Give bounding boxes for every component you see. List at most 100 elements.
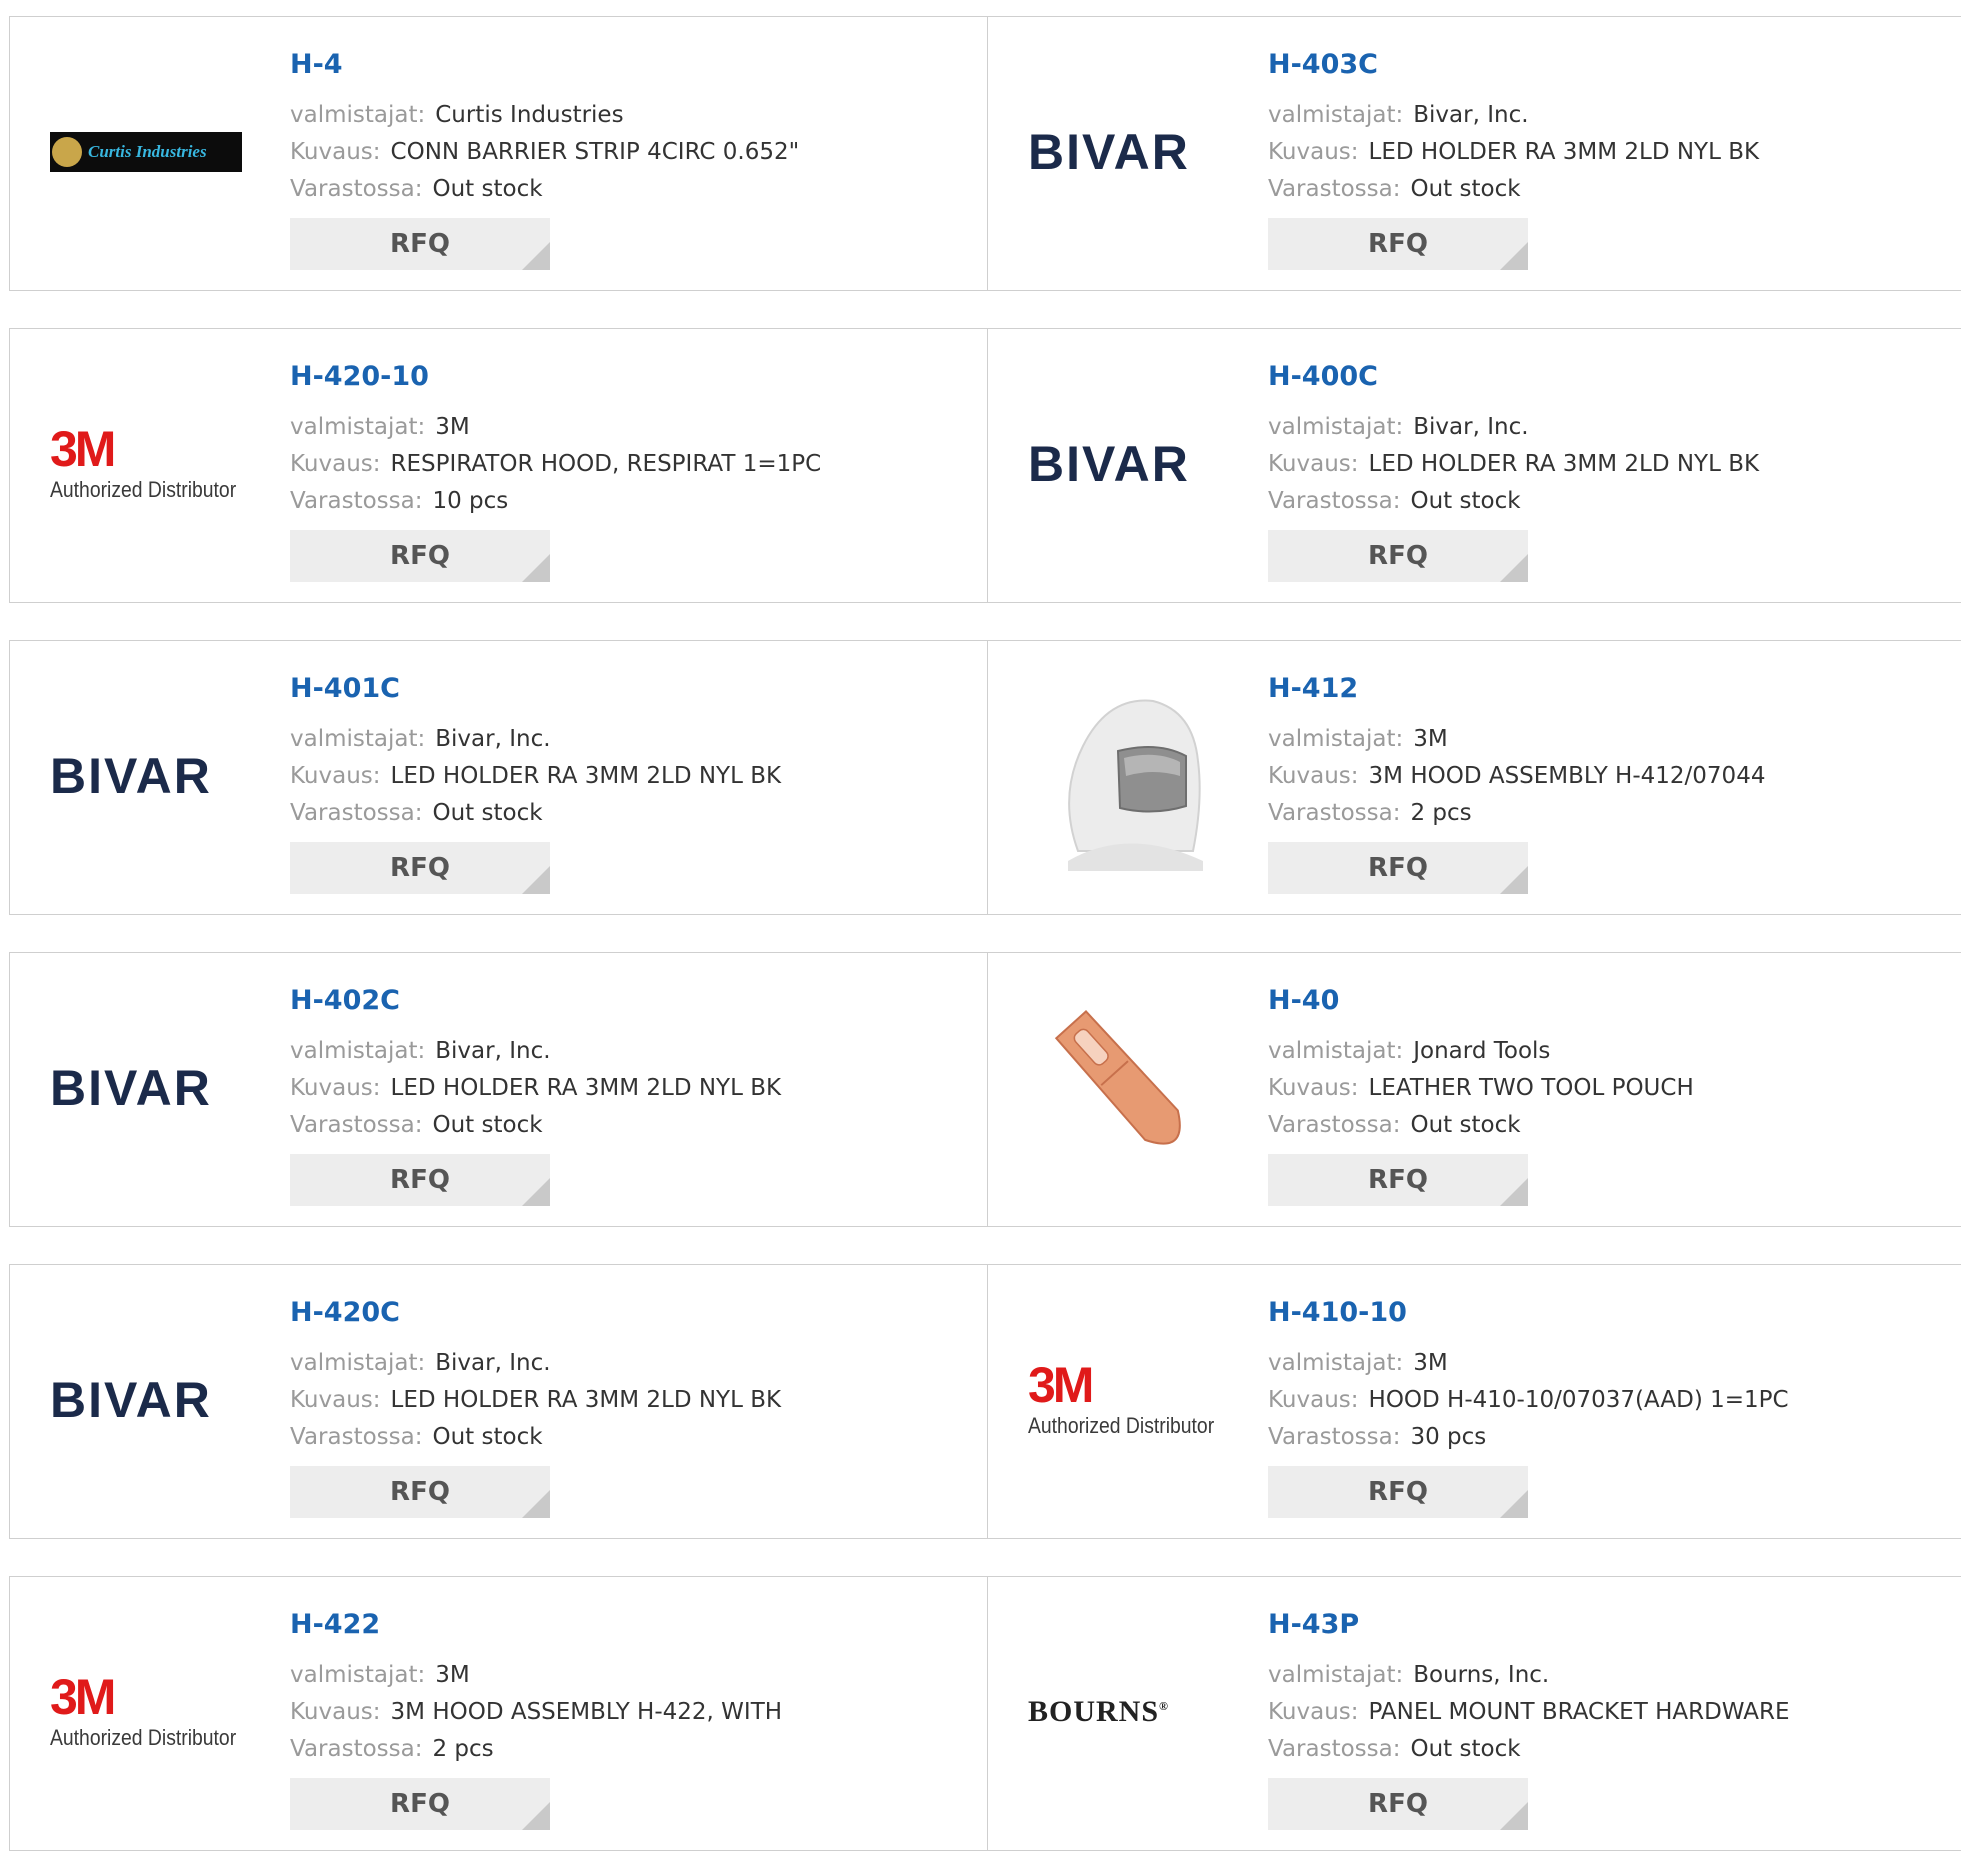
description-line: Kuvaus: LED HOLDER RA 3MM 2LD NYL BK xyxy=(290,758,967,795)
rfq-button[interactable]: RFQ xyxy=(290,1154,550,1206)
manufacturer-label: valmistajat: xyxy=(1268,1662,1404,1688)
manufacturer-label: valmistajat: xyxy=(290,102,426,128)
manufacturer-value: 3M xyxy=(435,414,470,440)
product-logo: Curtis Industries xyxy=(50,77,250,227)
rfq-label: RFQ xyxy=(390,1165,450,1195)
stock-label: Varastossa: xyxy=(290,1736,423,1762)
rfq-button[interactable]: RFQ xyxy=(1268,1778,1528,1830)
3m-logo-mark: 3M xyxy=(1028,1357,1094,1413)
rfq-label: RFQ xyxy=(1368,1477,1428,1507)
description-line: Kuvaus: LED HOLDER RA 3MM 2LD NYL BK xyxy=(1268,134,1942,171)
manufacturer-line: valmistajat: Jonard Tools xyxy=(1268,1033,1942,1070)
part-number-link[interactable]: H-400C xyxy=(1268,359,1942,399)
rfq-button[interactable]: RFQ xyxy=(290,1466,550,1518)
rfq-button[interactable]: RFQ xyxy=(290,530,550,582)
product-row: Curtis Industries H-4 valmistajat: Curtis I… xyxy=(9,16,1961,291)
manufacturer-line: valmistajat: 3M xyxy=(290,409,967,446)
part-number-link[interactable]: H-420-10 xyxy=(290,359,967,399)
3m-logo-mark: 3M xyxy=(50,1669,116,1725)
description-line: Kuvaus: LED HOLDER RA 3MM 2LD NYL BK xyxy=(290,1070,967,1107)
rfq-label: RFQ xyxy=(390,1477,450,1507)
description-label: Kuvaus: xyxy=(290,1387,381,1413)
manufacturer-value: 3M xyxy=(1413,1350,1448,1376)
description-label: Kuvaus: xyxy=(1268,1075,1359,1101)
description-label: Kuvaus: xyxy=(290,1699,381,1725)
description-line: Kuvaus: HOOD H-410-10/07037(AAD) 1=1PC xyxy=(1268,1382,1942,1419)
rfq-button[interactable]: RFQ xyxy=(1268,218,1528,270)
3m-logo-subtitle: Authorized Distributor xyxy=(1028,1413,1215,1438)
3m-logo-subtitle: Authorized Distributor xyxy=(50,1725,237,1750)
manufacturer-value: Bivar, Inc. xyxy=(435,1038,551,1064)
product-logo: 3M Authorized Distributor xyxy=(50,389,250,539)
stock-value: 30 pcs xyxy=(1410,1424,1487,1450)
part-number-link[interactable]: H-422 xyxy=(290,1607,967,1647)
product-grid: Curtis Industries H-4 valmistajat: Curtis I… xyxy=(0,0,1961,1851)
stock-line: Varastossa: Out stock xyxy=(290,171,967,208)
product-row: BIVAR H-401C valmistajat: Bivar, Inc. Kuvaus… xyxy=(9,640,1961,915)
manufacturer-value: Bivar, Inc. xyxy=(435,726,551,752)
description-label: Kuvaus: xyxy=(290,139,381,165)
rfq-button[interactable]: RFQ xyxy=(290,218,550,270)
product-info: H-422 valmistajat: 3M Kuvaus: 3M HOOD ASSEMB… xyxy=(290,1607,967,1768)
part-number-link[interactable]: H-420C xyxy=(290,1295,967,1335)
description-value: LED HOLDER RA 3MM 2LD NYL BK xyxy=(390,1075,782,1101)
part-number-link[interactable]: H-412 xyxy=(1268,671,1942,711)
description-value: LED HOLDER RA 3MM 2LD NYL BK xyxy=(390,763,782,789)
rfq-corner-decoration xyxy=(522,242,550,270)
product-info: H-40 valmistajat: Jonard Tools Kuvaus: LEATH… xyxy=(1268,983,1942,1144)
description-label: Kuvaus: xyxy=(1268,1387,1359,1413)
description-line: Kuvaus: LEATHER TWO TOOL POUCH xyxy=(1268,1070,1942,1107)
3m-authorized-distributor-logo: 3M Authorized Distributor xyxy=(50,424,262,503)
product-card: BIVAR H-402C valmistajat: Bivar, Inc. Kuvaus… xyxy=(10,953,988,1226)
product-logo: 3M Authorized Distributor xyxy=(50,1637,250,1787)
curtis-industries-logo: Curtis Industries xyxy=(50,132,242,172)
3m-authorized-distributor-logo: 3M Authorized Distributor xyxy=(50,1669,262,1751)
product-card: H-40 valmistajat: Jonard Tools Kuvaus: LEATH… xyxy=(988,953,1961,1226)
rfq-label: RFQ xyxy=(1368,1789,1428,1819)
part-number-link[interactable]: H-402C xyxy=(290,983,967,1023)
part-number-link[interactable]: H-40 xyxy=(1268,983,1942,1023)
manufacturer-label: valmistajat: xyxy=(1268,1038,1404,1064)
manufacturer-line: valmistajat: Bivar, Inc. xyxy=(290,1345,967,1382)
part-number-link[interactable]: H-4 xyxy=(290,47,967,87)
rfq-button[interactable]: RFQ xyxy=(290,1778,550,1830)
stock-value: Out stock xyxy=(1410,1736,1521,1762)
description-value: LED HOLDER RA 3MM 2LD NYL BK xyxy=(1368,451,1760,477)
manufacturer-line: valmistajat: Bourns, Inc. xyxy=(1268,1657,1942,1694)
stock-label: Varastossa: xyxy=(1268,488,1401,514)
description-label: Kuvaus: xyxy=(290,763,381,789)
rfq-button[interactable]: RFQ xyxy=(1268,1466,1528,1518)
stock-value: Out stock xyxy=(1410,1112,1521,1138)
rfq-button[interactable]: RFQ xyxy=(1268,1154,1528,1206)
product-info: H-410-10 valmistajat: 3M Kuvaus: HOOD H-410-… xyxy=(1268,1295,1942,1456)
manufacturer-value: 3M xyxy=(1413,726,1448,752)
part-number-link[interactable]: H-410-10 xyxy=(1268,1295,1942,1335)
tool-pouch-product-image xyxy=(1028,988,1228,1188)
product-row: BIVAR H-420C valmistajat: Bivar, Inc. Kuvaus… xyxy=(9,1264,1961,1539)
rfq-button[interactable]: RFQ xyxy=(1268,530,1528,582)
product-info: H-4 valmistajat: Curtis Industries Kuvaus: C… xyxy=(290,47,967,208)
product-logo xyxy=(1028,988,1228,1188)
rfq-corner-decoration xyxy=(1500,1178,1528,1206)
rfq-button[interactable]: RFQ xyxy=(290,842,550,894)
description-value: LED HOLDER RA 3MM 2LD NYL BK xyxy=(390,1387,782,1413)
manufacturer-value: Jonard Tools xyxy=(1413,1038,1551,1064)
stock-label: Varastossa: xyxy=(1268,176,1401,202)
description-label: Kuvaus: xyxy=(1268,139,1359,165)
stock-line: Varastossa: Out stock xyxy=(1268,171,1942,208)
description-line: Kuvaus: PANEL MOUNT BRACKET HARDWARE xyxy=(1268,1694,1942,1731)
description-value: 3M HOOD ASSEMBLY H-412/07044 xyxy=(1368,763,1766,789)
stock-line: Varastossa: Out stock xyxy=(1268,1731,1942,1768)
part-number-link[interactable]: H-43P xyxy=(1268,1607,1942,1647)
manufacturer-label: valmistajat: xyxy=(290,726,426,752)
part-number-link[interactable]: H-401C xyxy=(290,671,967,711)
product-card: H-412 valmistajat: 3M Kuvaus: 3M HOOD ASSEMB… xyxy=(988,641,1961,914)
product-info: H-400C valmistajat: Bivar, Inc. Kuvaus: LED … xyxy=(1268,359,1942,520)
rfq-corner-decoration xyxy=(1500,1802,1528,1830)
rfq-button[interactable]: RFQ xyxy=(1268,842,1528,894)
rfq-label: RFQ xyxy=(390,541,450,571)
product-logo: BIVAR xyxy=(50,1325,250,1475)
stock-line: Varastossa: Out stock xyxy=(290,1107,967,1144)
part-number-link[interactable]: H-403C xyxy=(1268,47,1942,87)
stock-value: 10 pcs xyxy=(432,488,509,514)
